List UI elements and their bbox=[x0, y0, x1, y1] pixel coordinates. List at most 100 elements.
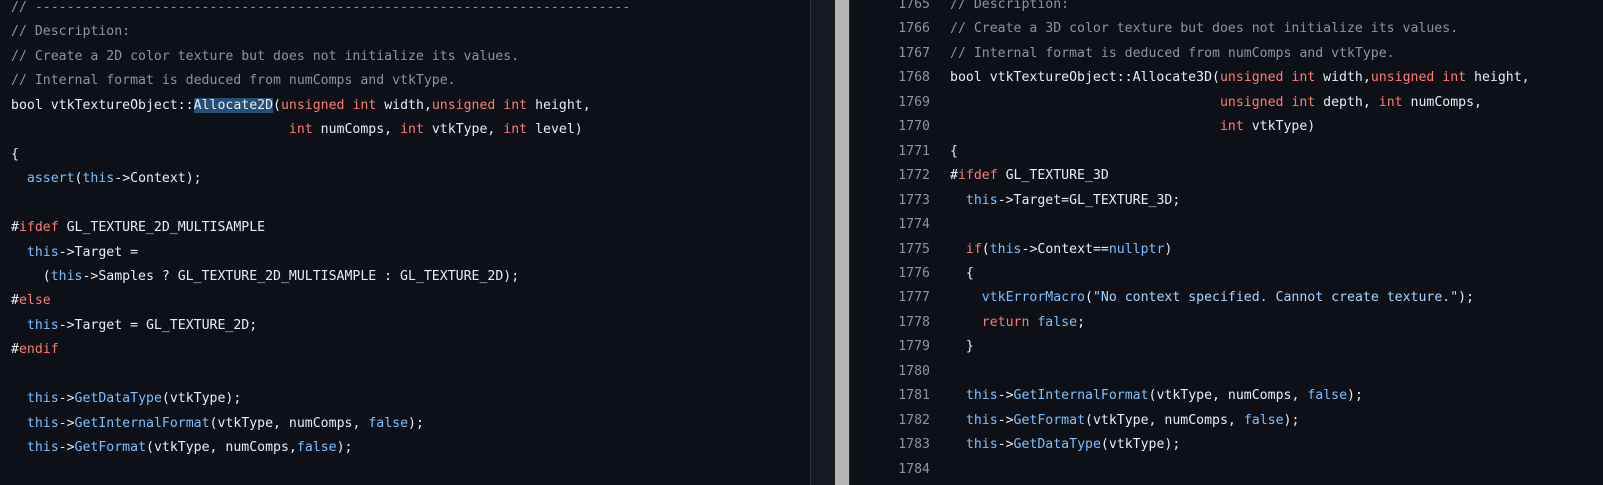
code-line[interactable]: 1777 vtkErrorMacro("No context specified… bbox=[871, 285, 1603, 310]
code-token: # bbox=[11, 220, 19, 236]
line-number: 1781 bbox=[898, 388, 930, 404]
split-pane-divider[interactable] bbox=[835, 0, 849, 485]
code-token: ( bbox=[1084, 290, 1093, 306]
code-token: ->Target = GL_TEXTURE_2D; bbox=[58, 317, 258, 333]
code-token: width, bbox=[376, 97, 432, 113]
code-line[interactable]: 1766 // Create a 3D color texture but doe… bbox=[871, 16, 1603, 41]
code-line[interactable]: 1765 // Description: bbox=[871, 0, 1603, 17]
code-token: unsigned int bbox=[431, 97, 528, 113]
code-line[interactable]: (this->Samples ? GL_TEXTURE_2D_MULTISAMP… bbox=[11, 264, 519, 289]
code-token: height, bbox=[1466, 70, 1530, 86]
line-number: 1768 bbox=[898, 70, 930, 86]
code-line[interactable]: 1784 bbox=[871, 457, 1603, 482]
code-token: // Description: bbox=[950, 0, 1070, 12]
code-line[interactable]: // Create a 2D color texture but does no… bbox=[11, 44, 519, 69]
code-line[interactable]: 1782 this->GetFormat(vtkType, numComps, … bbox=[871, 408, 1603, 433]
line-number: 1770 bbox=[898, 119, 930, 135]
code-line[interactable]: 1768 bool vtkTextureObject::Allocate3D(un… bbox=[871, 65, 1603, 90]
code-text: return false; bbox=[950, 310, 1085, 335]
code-token: if bbox=[965, 241, 982, 257]
code-token: ifdef bbox=[957, 168, 998, 184]
code-text: bool vtkTextureObject::Allocate3D(unsign… bbox=[950, 65, 1530, 90]
code-line[interactable]: #else bbox=[11, 288, 51, 313]
code-text: this->GetFormat(vtkType, numComps, false… bbox=[950, 408, 1300, 433]
code-line[interactable]: 1771 { bbox=[871, 139, 1603, 164]
code-token: ->Target=GL_TEXTURE_3D; bbox=[997, 192, 1181, 208]
code-token: GL_TEXTURE_2D_MULTISAMPLE bbox=[58, 220, 266, 236]
code-text: unsigned int depth, int numComps, bbox=[950, 90, 1482, 115]
code-line[interactable]: this->GetInternalFormat(vtkType, numComp… bbox=[11, 411, 424, 436]
code-token: vtkErrorMacro bbox=[981, 290, 1085, 306]
code-token: this bbox=[26, 391, 59, 407]
code-text: this->GetInternalFormat(vtkType, numComp… bbox=[950, 383, 1363, 408]
code-line[interactable]: 1776 { bbox=[871, 261, 1603, 286]
code-text: // Description: bbox=[950, 0, 1069, 17]
code-token: { bbox=[11, 146, 19, 162]
code-line[interactable]: // -------------------------------------… bbox=[11, 0, 630, 20]
code-line[interactable]: 1774 bbox=[871, 212, 1603, 237]
code-token: ); bbox=[1458, 290, 1475, 306]
code-token: int bbox=[1219, 119, 1244, 135]
code-token: height, bbox=[527, 97, 591, 113]
code-line[interactable]: 1783 this->GetDataType(vtkType); bbox=[871, 432, 1603, 457]
left-editor-scrollbar[interactable] bbox=[810, 0, 835, 485]
code-line[interactable]: 1780 bbox=[871, 359, 1603, 384]
code-line[interactable]: 1767 // Internal format is deduced from n… bbox=[871, 41, 1603, 66]
code-token: # bbox=[950, 168, 958, 184]
code-token: // -------------------------------------… bbox=[11, 0, 631, 15]
code-token: ->Target = bbox=[58, 244, 139, 260]
code-line[interactable]: this->GetFormat(vtkType, numComps,false)… bbox=[11, 435, 353, 460]
code-token: this bbox=[26, 415, 59, 431]
code-token: ); bbox=[408, 415, 424, 431]
line-number: 1766 bbox=[898, 21, 930, 37]
code-token: ); bbox=[336, 440, 353, 456]
code-token: int bbox=[1378, 94, 1403, 110]
code-line[interactable]: #endif bbox=[11, 337, 59, 362]
code-line[interactable]: 1773 this->Target=GL_TEXTURE_3D; bbox=[871, 188, 1603, 213]
code-line[interactable]: 1772 #ifdef GL_TEXTURE_3D bbox=[871, 163, 1603, 188]
code-line[interactable]: bool vtkTextureObject::Allocate2D(unsign… bbox=[11, 93, 591, 118]
left-code-editor[interactable]: // -------------------------------------… bbox=[0, 0, 810, 485]
code-line[interactable]: 1770 int vtkType) bbox=[871, 114, 1603, 139]
code-line[interactable]: 1778 return false; bbox=[871, 310, 1603, 335]
right-code-editor[interactable]: 1765 // Description: 1766 // Create a 3D co… bbox=[871, 0, 1603, 485]
line-number: 1783 bbox=[898, 437, 930, 453]
code-line[interactable]: 1769 unsigned int depth, int numComps, bbox=[871, 90, 1603, 115]
code-token: (vtkType, numComps, bbox=[146, 440, 297, 456]
code-text: this->GetDataType(vtkType); bbox=[950, 432, 1180, 457]
code-line[interactable]: // Description: bbox=[11, 19, 130, 44]
code-token: this bbox=[965, 388, 998, 404]
line-number: 1780 bbox=[898, 363, 930, 379]
code-line[interactable]: this->Target = bbox=[11, 240, 138, 265]
code-token: false bbox=[368, 415, 409, 431]
code-token: ( bbox=[981, 241, 990, 257]
code-line[interactable]: 1775 if(this->Context==nullptr) bbox=[871, 237, 1603, 262]
line-number: 1775 bbox=[898, 241, 930, 257]
code-token: int bbox=[288, 122, 313, 138]
code-token: this bbox=[50, 268, 83, 284]
code-line[interactable]: int numComps, int vtkType, int level) bbox=[11, 117, 583, 142]
code-line[interactable]: // Internal format is deduced from numCo… bbox=[11, 68, 456, 93]
code-line[interactable]: assert(this->Context); bbox=[11, 166, 202, 191]
code-token: { bbox=[950, 143, 958, 159]
code-token: unsigned int bbox=[1219, 70, 1316, 86]
code-line[interactable]: this->GetDataType(vtkType); bbox=[11, 386, 241, 411]
code-line[interactable]: #ifdef GL_TEXTURE_2D_MULTISAMPLE bbox=[11, 215, 265, 240]
code-token: # bbox=[11, 293, 19, 309]
code-line[interactable]: { bbox=[11, 142, 19, 167]
right-editor-gutter bbox=[849, 0, 871, 485]
code-token: endif bbox=[18, 342, 59, 358]
code-token: nullptr bbox=[1108, 241, 1165, 257]
code-token: ); bbox=[1283, 412, 1300, 428]
code-line[interactable]: 1779 } bbox=[871, 334, 1603, 359]
code-token: else bbox=[18, 293, 51, 309]
code-line[interactable]: this->Target = GL_TEXTURE_2D; bbox=[11, 313, 257, 338]
code-line[interactable]: 1781 this->GetInternalFormat(vtkType, nu… bbox=[871, 383, 1603, 408]
code-token: -> bbox=[997, 388, 1014, 404]
code-token: GL_TEXTURE_3D bbox=[997, 168, 1109, 184]
